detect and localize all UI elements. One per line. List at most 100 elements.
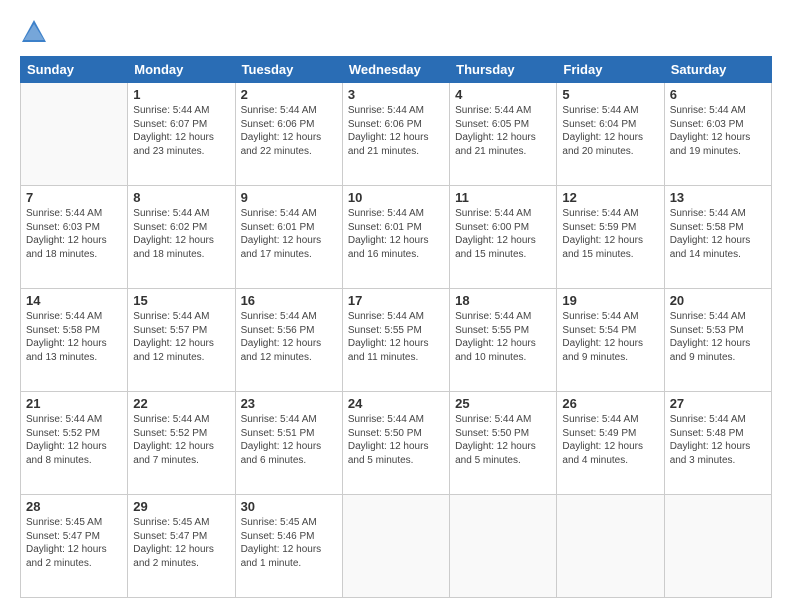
day-info: Sunrise: 5:44 AM Sunset: 5:52 PM Dayligh… [133, 413, 229, 467]
day-number: 6 [670, 87, 766, 102]
calendar-cell: 14 Sunrise: 5:44 AM Sunset: 5:58 PM Dayli… [21, 289, 128, 392]
day-number: 28 [26, 499, 122, 514]
calendar-cell: 27 Sunrise: 5:44 AM Sunset: 5:48 PM Dayli… [664, 392, 771, 495]
day-info: Sunrise: 5:44 AM Sunset: 6:05 PM Dayligh… [455, 104, 551, 158]
calendar-cell: 19 Sunrise: 5:44 AM Sunset: 5:54 PM Dayli… [557, 289, 664, 392]
day-info: Sunrise: 5:44 AM Sunset: 5:48 PM Dayligh… [670, 413, 766, 467]
calendar-cell: 11 Sunrise: 5:44 AM Sunset: 6:00 PM Dayli… [450, 186, 557, 289]
calendar-cell: 30 Sunrise: 5:45 AM Sunset: 5:46 PM Dayli… [235, 495, 342, 598]
day-info: Sunrise: 5:44 AM Sunset: 5:54 PM Dayligh… [562, 310, 658, 364]
calendar-cell: 17 Sunrise: 5:44 AM Sunset: 5:55 PM Dayli… [342, 289, 449, 392]
calendar-cell [664, 495, 771, 598]
calendar-cell: 22Sunrise: 5:44 AM Sunset: 5:52 PM Dayli… [128, 392, 235, 495]
calendar-cell [21, 83, 128, 186]
day-number: 12 [562, 190, 658, 205]
day-info: Sunrise: 5:44 AM Sunset: 6:01 PM Dayligh… [241, 207, 337, 261]
calendar-cell: 24 Sunrise: 5:44 AM Sunset: 5:50 PM Dayli… [342, 392, 449, 495]
day-number: 15 [133, 293, 229, 308]
calendar-cell: 25 Sunrise: 5:44 AM Sunset: 5:50 PM Dayli… [450, 392, 557, 495]
calendar-cell: 3Sunrise: 5:44 AM Sunset: 6:06 PM Daylig… [342, 83, 449, 186]
day-number: 4 [455, 87, 551, 102]
calendar-cell: 5 Sunrise: 5:44 AM Sunset: 6:04 PM Daylig… [557, 83, 664, 186]
day-number: 2 [241, 87, 337, 102]
day-info: Sunrise: 5:44 AM Sunset: 6:00 PM Dayligh… [455, 207, 551, 261]
calendar-cell: 10 Sunrise: 5:44 AM Sunset: 6:01 PM Dayli… [342, 186, 449, 289]
day-info: Sunrise: 5:45 AM Sunset: 5:47 PM Dayligh… [26, 516, 122, 570]
day-number: 14 [26, 293, 122, 308]
day-info: Sunrise: 5:44 AM Sunset: 5:50 PM Dayligh… [455, 413, 551, 467]
day-info: Sunrise: 5:44 AM Sunset: 5:59 PM Dayligh… [562, 207, 658, 261]
calendar-week-row: 14 Sunrise: 5:44 AM Sunset: 5:58 PM Dayli… [21, 289, 772, 392]
calendar-cell: 28 Sunrise: 5:45 AM Sunset: 5:47 PM Dayli… [21, 495, 128, 598]
calendar-cell: 9 Sunrise: 5:44 AM Sunset: 6:01 PM Daylig… [235, 186, 342, 289]
day-info: Sunrise: 5:44 AM Sunset: 6:02 PM Dayligh… [133, 207, 229, 261]
day-number: 7 [26, 190, 122, 205]
logo-icon [20, 18, 48, 46]
logo [20, 18, 52, 46]
day-info: Sunrise: 5:44 AM Sunset: 5:52 PM Dayligh… [26, 413, 122, 467]
day-number: 18 [455, 293, 551, 308]
day-number: 16 [241, 293, 337, 308]
weekday-header-friday: Friday [557, 57, 664, 83]
day-info: Sunrise: 5:44 AM Sunset: 6:07 PM Dayligh… [133, 104, 229, 158]
day-info: Sunrise: 5:44 AM Sunset: 5:50 PM Dayligh… [348, 413, 444, 467]
day-number: 17 [348, 293, 444, 308]
day-number: 10 [348, 190, 444, 205]
calendar-cell: 21 Sunrise: 5:44 AM Sunset: 5:52 PM Dayli… [21, 392, 128, 495]
calendar-cell: 15 Sunrise: 5:44 AM Sunset: 5:57 PM Dayli… [128, 289, 235, 392]
day-info: Sunrise: 5:44 AM Sunset: 5:51 PM Dayligh… [241, 413, 337, 467]
day-number: 20 [670, 293, 766, 308]
day-info: Sunrise: 5:45 AM Sunset: 5:47 PM Dayligh… [133, 516, 229, 570]
day-number: 27 [670, 396, 766, 411]
calendar-cell [557, 495, 664, 598]
day-info: Sunrise: 5:44 AM Sunset: 6:01 PM Dayligh… [348, 207, 444, 261]
day-number: 19 [562, 293, 658, 308]
calendar-cell: 12 Sunrise: 5:44 AM Sunset: 5:59 PM Dayli… [557, 186, 664, 289]
calendar-cell: 29 Sunrise: 5:45 AM Sunset: 5:47 PM Dayli… [128, 495, 235, 598]
weekday-header-sunday: Sunday [21, 57, 128, 83]
calendar-cell [450, 495, 557, 598]
calendar-week-row: 1 Sunrise: 5:44 AM Sunset: 6:07 PM Daylig… [21, 83, 772, 186]
day-number: 1 [133, 87, 229, 102]
day-number: 13 [670, 190, 766, 205]
calendar-week-row: 7 Sunrise: 5:44 AM Sunset: 6:03 PM Daylig… [21, 186, 772, 289]
weekday-header-tuesday: Tuesday [235, 57, 342, 83]
day-info: Sunrise: 5:44 AM Sunset: 5:55 PM Dayligh… [348, 310, 444, 364]
calendar-header-row: SundayMondayTuesdayWednesdayThursdayFrid… [21, 57, 772, 83]
day-number: 9 [241, 190, 337, 205]
calendar-cell: 13 Sunrise: 5:44 AM Sunset: 5:58 PM Dayli… [664, 186, 771, 289]
day-number: 23 [241, 396, 337, 411]
day-number: 26 [562, 396, 658, 411]
calendar-cell: 7 Sunrise: 5:44 AM Sunset: 6:03 PM Daylig… [21, 186, 128, 289]
day-number: 5 [562, 87, 658, 102]
calendar-cell: 26Sunrise: 5:44 AM Sunset: 5:49 PM Dayli… [557, 392, 664, 495]
weekday-header-thursday: Thursday [450, 57, 557, 83]
day-info: Sunrise: 5:44 AM Sunset: 5:53 PM Dayligh… [670, 310, 766, 364]
page: SundayMondayTuesdayWednesdayThursdayFrid… [0, 0, 792, 612]
calendar-cell: 18 Sunrise: 5:44 AM Sunset: 5:55 PM Dayli… [450, 289, 557, 392]
calendar-cell: 8Sunrise: 5:44 AM Sunset: 6:02 PM Daylig… [128, 186, 235, 289]
calendar-cell: 1 Sunrise: 5:44 AM Sunset: 6:07 PM Daylig… [128, 83, 235, 186]
calendar-cell: 16Sunrise: 5:44 AM Sunset: 5:56 PM Dayli… [235, 289, 342, 392]
day-info: Sunrise: 5:44 AM Sunset: 6:04 PM Dayligh… [562, 104, 658, 158]
day-number: 21 [26, 396, 122, 411]
day-number: 30 [241, 499, 337, 514]
day-info: Sunrise: 5:45 AM Sunset: 5:46 PM Dayligh… [241, 516, 337, 570]
day-info: Sunrise: 5:44 AM Sunset: 5:55 PM Dayligh… [455, 310, 551, 364]
day-info: Sunrise: 5:44 AM Sunset: 5:58 PM Dayligh… [26, 310, 122, 364]
header [20, 18, 772, 46]
weekday-header-monday: Monday [128, 57, 235, 83]
day-info: Sunrise: 5:44 AM Sunset: 5:58 PM Dayligh… [670, 207, 766, 261]
calendar-cell: 6Sunrise: 5:44 AM Sunset: 6:03 PM Daylig… [664, 83, 771, 186]
day-info: Sunrise: 5:44 AM Sunset: 6:03 PM Dayligh… [26, 207, 122, 261]
calendar-cell: 20 Sunrise: 5:44 AM Sunset: 5:53 PM Dayli… [664, 289, 771, 392]
weekday-header-saturday: Saturday [664, 57, 771, 83]
day-number: 11 [455, 190, 551, 205]
calendar-week-row: 28 Sunrise: 5:45 AM Sunset: 5:47 PM Dayli… [21, 495, 772, 598]
day-number: 29 [133, 499, 229, 514]
day-number: 25 [455, 396, 551, 411]
day-info: Sunrise: 5:44 AM Sunset: 6:06 PM Dayligh… [241, 104, 337, 158]
day-info: Sunrise: 5:44 AM Sunset: 5:57 PM Dayligh… [133, 310, 229, 364]
day-number: 24 [348, 396, 444, 411]
calendar-cell: 4 Sunrise: 5:44 AM Sunset: 6:05 PM Daylig… [450, 83, 557, 186]
